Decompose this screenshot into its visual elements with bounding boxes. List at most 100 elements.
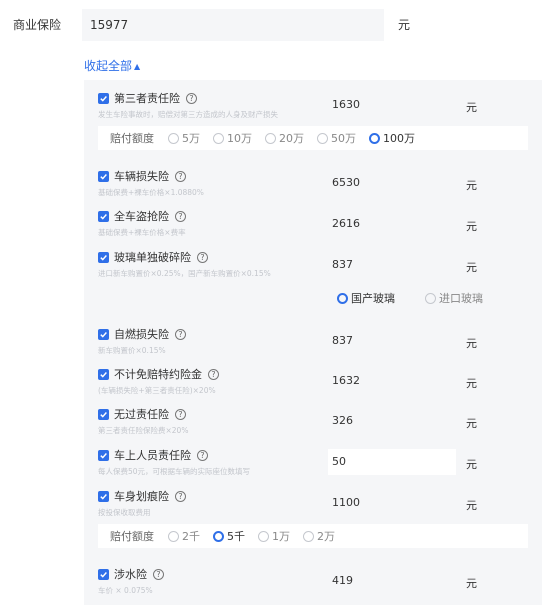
glass-option-imported[interactable]: 进口玻璃 — [425, 290, 483, 306]
glass-type-selector: 国产玻璃 进口玻璃 — [337, 290, 513, 306]
insurance-item-self-ignition: 自燃损失险 ? 新车购置价×0.15% — [98, 326, 186, 356]
unit-label: 元 — [466, 337, 477, 350]
scratch-option-10k[interactable]: 1万 — [258, 528, 290, 544]
collapse-all-button[interactable]: 收起全部 ▲ — [84, 57, 140, 74]
unit-label: 元 — [466, 261, 477, 274]
radio-selected-icon — [337, 292, 348, 304]
checkbox-third-party[interactable] — [98, 92, 109, 104]
item-desc: 每人保费50元，可根据车辆的实际座位数填写 — [98, 467, 251, 476]
item-desc: (车辆损失险+第三者责任险)×20% — [98, 386, 216, 395]
option-label: 2千 — [182, 530, 200, 543]
item-title: 无过责任险 — [114, 408, 169, 421]
option-label: 2万 — [317, 530, 335, 543]
commercial-insurance-total-field[interactable]: 15977 — [82, 9, 384, 41]
checkbox-self-ignition[interactable] — [98, 328, 109, 340]
help-icon[interactable]: ? — [208, 368, 219, 380]
radio-icon — [213, 132, 224, 144]
checkbox-theft[interactable] — [98, 210, 109, 222]
limit-option-100w[interactable]: 100万 — [369, 130, 415, 146]
item-title: 全车盗抢险 — [114, 210, 169, 223]
premium-field-vehicle-loss[interactable]: 6530 — [328, 170, 456, 196]
collapse-all-label: 收起全部 — [84, 59, 133, 73]
radio-icon — [168, 530, 179, 542]
checkbox-no-fault[interactable] — [98, 408, 109, 420]
premium-field-self-ignition[interactable]: 837 — [328, 328, 456, 354]
glass-option-domestic[interactable]: 国产玻璃 — [337, 290, 395, 306]
limit-option-20w[interactable]: 20万 — [265, 130, 304, 146]
help-icon[interactable]: ? — [153, 568, 164, 580]
scratch-option-5k[interactable]: 5千 — [213, 528, 245, 544]
item-desc: 进口新车购置价×0.25%，国产新车购置价×0.15% — [98, 269, 271, 278]
help-icon[interactable]: ? — [186, 92, 197, 104]
option-label: 进口玻璃 — [439, 292, 483, 305]
item-desc: 按投保收取费用 — [98, 508, 151, 517]
insurance-item-scratch: 车身划痕险 ? 按投保收取费用 — [98, 488, 186, 518]
insurance-item-glass: 玻璃单独破碎险 ? 进口新车购置价×0.25%，国产新车购置价×0.15% — [98, 249, 271, 279]
scratch-option-2k[interactable]: 2千 — [168, 528, 200, 544]
item-title: 车辆损失险 — [114, 170, 169, 183]
unit-label: 元 — [466, 577, 477, 590]
option-label: 5万 — [182, 132, 200, 145]
premium-field-scratch[interactable]: 1100 — [328, 490, 456, 516]
insurance-item-non-deductible: 不计免赔特约险金 ? (车辆损失险+第三者责任险)×20% — [98, 366, 219, 396]
checkbox-non-deductible[interactable] — [98, 368, 109, 380]
checkbox-scratch[interactable] — [98, 490, 109, 502]
limit-label: 赔付额度 — [110, 530, 154, 543]
unit-label: 元 — [466, 417, 477, 430]
item-title: 不计免赔特约险金 — [114, 368, 202, 381]
checkbox-vehicle-loss[interactable] — [98, 170, 109, 182]
commercial-insurance-unit: 元 — [398, 18, 411, 32]
radio-icon — [168, 132, 179, 144]
limit-option-5w[interactable]: 5万 — [168, 130, 200, 146]
help-icon[interactable]: ? — [197, 251, 208, 263]
commercial-insurance-label: 商业保险 — [13, 18, 62, 32]
help-icon[interactable]: ? — [175, 408, 186, 420]
premium-field-glass[interactable]: 837 — [328, 252, 456, 278]
radio-icon — [258, 530, 269, 542]
option-label: 50万 — [331, 132, 356, 145]
premium-field-non-deductible[interactable]: 1632 — [328, 368, 456, 394]
item-desc: 第三者责任险保险费×20% — [98, 426, 189, 435]
help-icon[interactable]: ? — [175, 490, 186, 502]
unit-label: 元 — [466, 499, 477, 512]
item-title: 第三者责任险 — [114, 92, 180, 105]
premium-field-theft[interactable]: 2616 — [328, 211, 456, 237]
collapse-arrow-icon: ▲ — [134, 62, 141, 71]
unit-label: 元 — [466, 179, 477, 192]
limit-option-50w[interactable]: 50万 — [317, 130, 356, 146]
premium-field-passenger[interactable]: 50 — [328, 449, 456, 475]
third-party-limit-row: 赔付额度 5万 10万 20万 50万 100万 — [98, 126, 528, 150]
unit-label: 元 — [466, 377, 477, 390]
option-label: 1万 — [272, 530, 290, 543]
premium-field-third-party[interactable]: 1630 — [328, 92, 456, 118]
unit-label: 元 — [466, 220, 477, 233]
checkbox-wading[interactable] — [98, 568, 109, 580]
insurance-item-no-fault: 无过责任险 ? 第三者责任险保险费×20% — [98, 406, 188, 436]
checkbox-glass[interactable] — [98, 251, 109, 263]
scratch-limit-row: 赔付额度 2千 5千 1万 2万 — [98, 524, 528, 548]
checkbox-passenger[interactable] — [98, 449, 109, 461]
item-title: 车身划痕险 — [114, 490, 169, 503]
premium-field-no-fault[interactable]: 326 — [328, 408, 456, 434]
help-icon[interactable]: ? — [175, 328, 186, 340]
insurance-item-theft: 全车盗抢险 ? 基础保费+裸车价格×费率 — [98, 208, 186, 238]
premium-field-wading[interactable]: 419 — [328, 568, 456, 594]
help-icon[interactable]: ? — [175, 170, 186, 182]
radio-selected-icon — [369, 132, 380, 144]
item-desc: 新车购置价×0.15% — [98, 346, 166, 355]
item-title: 玻璃单独破碎险 — [114, 251, 191, 264]
unit-label: 元 — [466, 101, 477, 114]
help-icon[interactable]: ? — [175, 210, 186, 222]
unit-label: 元 — [466, 458, 477, 471]
option-label: 国产玻璃 — [351, 292, 395, 305]
item-title: 自燃损失险 — [114, 328, 169, 341]
item-desc: 基础保费+裸车价格×1.0880% — [98, 188, 204, 197]
insurance-item-third-party: 第三者责任险 ? 发生车险事故时，赔偿对第三方造成的人身及财产损失 — [98, 90, 278, 120]
option-label: 5千 — [227, 530, 245, 543]
limit-option-10w[interactable]: 10万 — [213, 130, 252, 146]
insurance-item-vehicle-loss: 车辆损失险 ? 基础保费+裸车价格×1.0880% — [98, 168, 204, 198]
help-icon[interactable]: ? — [197, 449, 208, 461]
scratch-option-20k[interactable]: 2万 — [303, 528, 335, 544]
radio-icon — [303, 530, 314, 542]
radio-icon — [317, 132, 328, 144]
